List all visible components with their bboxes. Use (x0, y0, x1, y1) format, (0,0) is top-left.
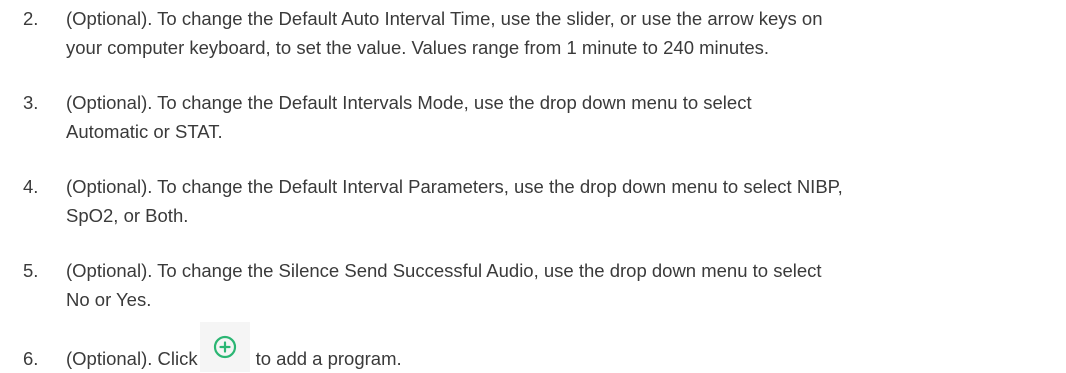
step-text-line: (Optional). Click to add a program. (66, 322, 1056, 373)
step-text: (Optional). To change the Default Interv… (66, 172, 1056, 230)
step-text-line: SpO2, or Both. (66, 205, 189, 226)
step-number: 6. (23, 348, 39, 369)
step-text: (Optional). To change the Silence Send S… (66, 256, 1056, 314)
step-text: (Optional). To change the Default Interv… (66, 88, 1056, 146)
step-text-after-icon: to add a program. (255, 348, 402, 369)
step-text: (Optional). To change the Default Auto I… (66, 4, 1056, 62)
step-text: (Optional). Click to add a program. (66, 322, 1056, 373)
step-number: 2. (23, 8, 39, 29)
add-circle-icon-graphic (213, 336, 236, 359)
step-text-line: (Optional). To change the Silence Send S… (66, 260, 822, 281)
step-number: 5. (23, 260, 39, 281)
step-text-line: Automatic or STAT. (66, 121, 223, 142)
step-text-before-icon: (Optional). Click (66, 348, 198, 369)
step-number: 4. (23, 176, 39, 197)
step-number: 3. (23, 92, 39, 113)
add-circle-icon (199, 322, 250, 373)
step-text-line: (Optional). To change the Default Auto I… (66, 8, 823, 29)
step-text-line: (Optional). To change the Default Interv… (66, 176, 843, 197)
step-text-line: (Optional). To change the Default Interv… (66, 92, 752, 113)
step-text-line: your computer keyboard, to set the value… (66, 37, 770, 58)
step-text-line: No or Yes. (66, 289, 152, 310)
